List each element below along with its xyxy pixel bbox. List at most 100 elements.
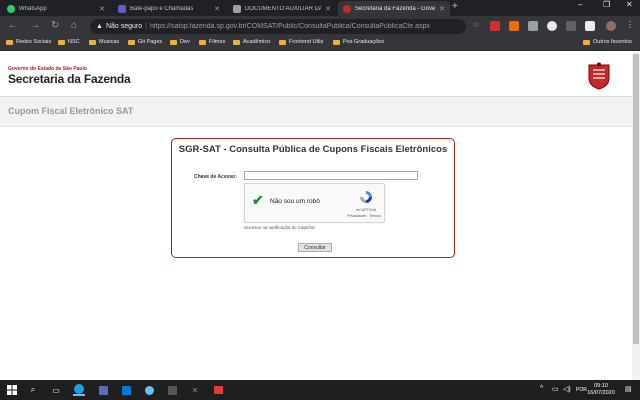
check-icon[interactable]: ✔ <box>252 192 264 209</box>
bookmark-folder[interactable]: Frontend Utils <box>279 39 323 45</box>
bookmark-folder[interactable]: Git Pages <box>128 39 162 45</box>
tab-whatsapp[interactable]: WhatsApp ✕ <box>2 1 110 16</box>
bookmark-label: Filmes <box>209 39 226 45</box>
access-key-label: Chave de Acesso: <box>194 174 237 180</box>
network-icon[interactable]: ▭ <box>552 385 559 393</box>
section-header: Cupom Fiscal Eletrônico SAT <box>0 97 640 127</box>
edge-browser-icon[interactable] <box>73 384 85 396</box>
bookmark-folder[interactable]: Filmes <box>199 39 225 45</box>
notifications-icon[interactable]: ▤ <box>625 385 632 393</box>
minimize-button[interactable]: – <box>578 0 582 9</box>
window-close-button[interactable]: ✕ <box>626 0 633 9</box>
tab-teams[interactable]: Bate-papo e Chamadas ✕ <box>113 1 225 16</box>
clock-time: 09:10 <box>594 383 608 389</box>
search-icon[interactable]: ⌕ <box>27 384 39 396</box>
extension-icon[interactable] <box>547 21 557 31</box>
consultar-button[interactable]: Consultar <box>298 243 332 252</box>
close-icon[interactable]: ✕ <box>325 5 331 13</box>
folder-icon <box>58 39 65 45</box>
steam-icon[interactable] <box>143 384 155 396</box>
new-tab-button[interactable]: + <box>452 1 458 12</box>
bookmark-label: Acadêmico <box>243 39 271 45</box>
consulta-panel: SGR-SAT - Consulta Pública de Cupons Fis… <box>171 138 455 258</box>
url-text[interactable]: https://satsp.fazenda.sp.gov.br/COMSAT/P… <box>150 23 430 30</box>
app-icon[interactable]: ✕ <box>189 384 201 396</box>
recaptcha-logo-icon <box>360 191 372 203</box>
folder-icon <box>333 39 340 45</box>
bookmark-folder[interactable]: Musicas <box>89 39 119 45</box>
folder-icon <box>233 39 240 45</box>
reload-icon[interactable]: ↻ <box>51 20 59 31</box>
sp-crest-logo <box>588 62 610 90</box>
extension-icon[interactable] <box>528 21 538 31</box>
whatsapp-icon <box>7 4 15 13</box>
folder-icon <box>199 39 206 45</box>
recaptcha-widget[interactable]: ✔ Não sou um robô reCAPTCHA Privacidade … <box>244 183 385 223</box>
app-icon[interactable] <box>212 384 224 396</box>
extension-icon[interactable] <box>566 21 576 31</box>
bookmark-folder-other[interactable]: Outros favoritos <box>583 39 632 45</box>
teams-icon <box>118 4 126 13</box>
document-icon <box>233 4 241 13</box>
bookmark-folder[interactable]: NSC <box>58 39 80 45</box>
clock-date: 16/07/2020 <box>587 390 615 396</box>
folder-icon <box>170 39 177 45</box>
org-name: Secretaria da Fazenda <box>8 72 131 86</box>
extension-icon[interactable] <box>490 21 500 31</box>
tab-sefaz[interactable]: Secretaria da Fazenda - Governo... ✕ <box>338 1 450 16</box>
close-icon[interactable]: ✕ <box>99 5 105 13</box>
windows-start-icon[interactable] <box>6 384 18 396</box>
tab-title: WhatsApp <box>19 5 47 12</box>
star-icon[interactable]: ☆ <box>472 20 479 29</box>
folder-icon <box>279 39 286 45</box>
access-key-input[interactable] <box>244 171 418 180</box>
forward-arrow-icon[interactable]: → <box>30 20 40 31</box>
browser-tab-bar: WhatsApp ✕ Bate-papo e Chamadas ✕ DOCUME… <box>0 0 640 16</box>
extension-icon[interactable] <box>509 21 519 31</box>
address-bar[interactable]: ▲ Não seguro | https://satsp.fazenda.sp.… <box>90 19 466 34</box>
bookmark-folder[interactable]: Acadêmico <box>233 39 270 45</box>
tab-title: DOCUMENTO AUXILIAR DA NO... <box>245 5 322 12</box>
vscode-icon[interactable] <box>120 384 132 396</box>
terminal-icon[interactable] <box>166 384 178 396</box>
bookmark-label: Outros favoritos <box>593 39 632 45</box>
warning-icon[interactable]: ▲ <box>96 23 103 30</box>
extension-icon[interactable] <box>585 21 595 31</box>
taskbar-clock[interactable]: 09:10 16/07/2020 <box>583 383 619 397</box>
captcha-links[interactable]: Privacidade - Termos <box>344 214 384 218</box>
security-label[interactable]: Não seguro <box>106 23 142 30</box>
app-icon[interactable] <box>97 384 109 396</box>
bookmark-folder[interactable]: Pos Graduações <box>333 39 384 45</box>
maximize-button[interactable]: ❐ <box>603 0 610 9</box>
bookmark-label: NSC <box>68 39 80 45</box>
tab-document[interactable]: DOCUMENTO AUXILIAR DA NO... ✕ <box>228 1 336 16</box>
divider: | <box>145 23 147 30</box>
browser-toolbar: ← → ↻ ⌂ ▲ Não seguro | https://satsp.faz… <box>0 16 640 37</box>
captcha-status: Sucesso na verificação do Captcha <box>244 225 315 230</box>
folder-icon <box>6 39 13 45</box>
chevron-up-icon[interactable]: ^ <box>540 385 543 392</box>
bookmark-label: Pos Graduações <box>343 39 384 45</box>
captcha-brand: reCAPTCHA <box>355 208 377 212</box>
volume-icon[interactable]: ◁) <box>563 385 571 393</box>
folder-icon <box>128 39 135 45</box>
home-icon[interactable]: ⌂ <box>71 20 77 31</box>
task-view-icon[interactable]: ▭ <box>50 384 62 396</box>
close-icon[interactable]: ✕ <box>214 5 220 13</box>
section-title: Cupom Fiscal Eletrônico SAT <box>8 106 134 116</box>
panel-title: SGR-SAT - Consulta Pública de Cupons Fis… <box>178 144 448 155</box>
sefaz-icon <box>343 4 351 13</box>
tab-title: Secretaria da Fazenda - Governo... <box>355 5 436 12</box>
tab-title: Bate-papo e Chamadas <box>130 5 194 12</box>
menu-icon[interactable]: ⋮ <box>626 20 634 29</box>
bookmark-folder[interactable]: Redes Sociais <box>6 39 51 45</box>
bookmark-folder[interactable]: Dev <box>170 39 190 45</box>
close-icon[interactable]: ✕ <box>439 5 445 13</box>
scrollbar-thumb[interactable] <box>633 54 639 344</box>
back-arrow-icon[interactable]: ← <box>8 20 18 31</box>
scrollbar[interactable] <box>632 52 640 380</box>
windows-taskbar: ⌕ ▭ ✕ ^ ▭ ◁) POR 09:10 16/07/2020 ▤ <box>0 380 640 400</box>
bookmark-label: Dev <box>180 39 190 45</box>
avatar[interactable] <box>606 21 616 31</box>
bookmarks-bar: Redes Sociais NSC Musicas Git Pages Dev … <box>0 37 640 51</box>
